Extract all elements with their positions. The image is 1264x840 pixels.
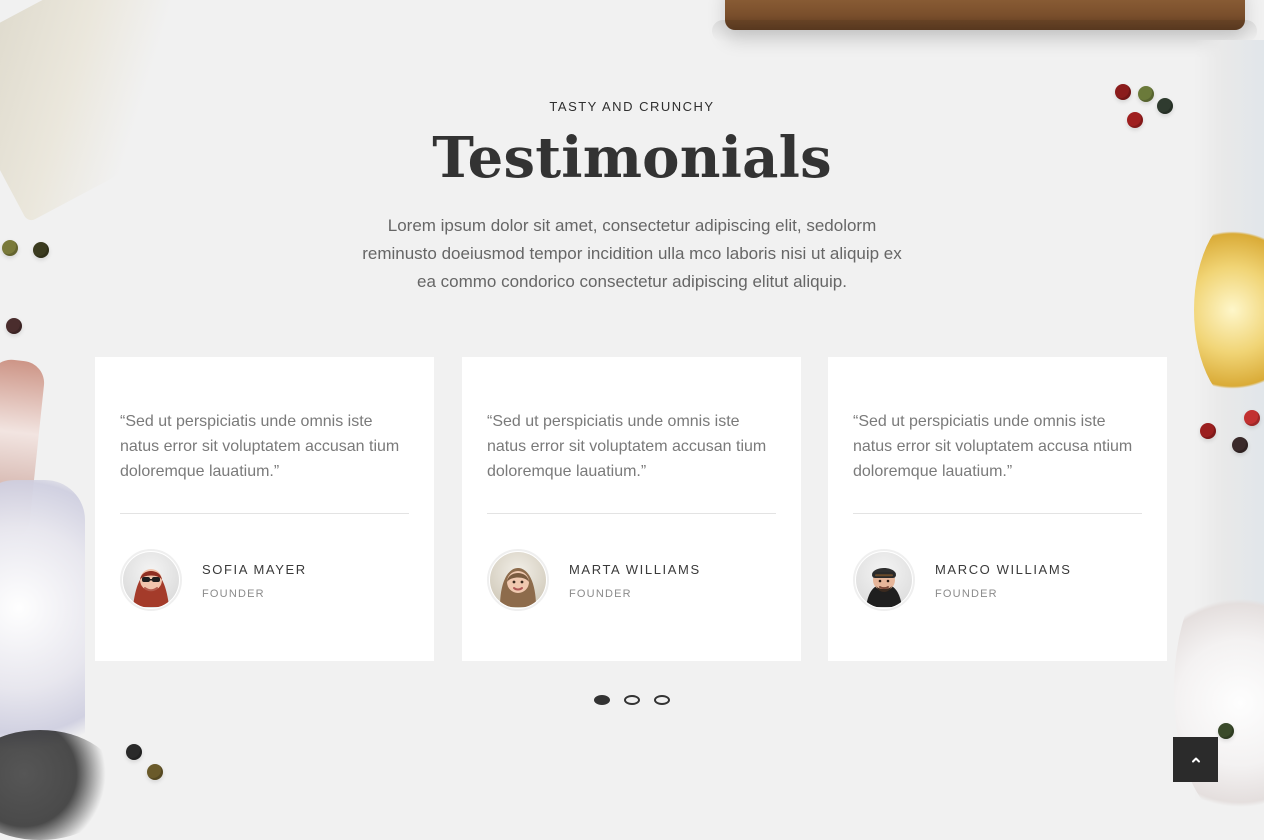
decorative-cutting-board — [725, 0, 1245, 30]
decorative-meat — [0, 357, 47, 543]
testimonial-card: “Sed ut perspiciatis unde omnis iste nat… — [462, 357, 801, 661]
card-divider — [487, 513, 776, 514]
person-role: FOUNDER — [202, 588, 265, 600]
pagination-dot-1[interactable] — [594, 695, 610, 705]
woman-long-hair-avatar-icon — [490, 552, 546, 608]
chevron-up-icon — [1190, 754, 1202, 766]
carousel-pagination — [0, 695, 1264, 705]
section-title: Testimonials — [432, 125, 832, 191]
avatar — [120, 549, 182, 611]
decorative-board-shadow — [712, 20, 1257, 42]
woman-with-sunglasses-avatar-icon — [123, 552, 179, 608]
person-meta: MARCO WILLIAMS FOUNDER — [935, 560, 1072, 600]
pagination-dot-2[interactable] — [624, 695, 640, 705]
person-role: FOUNDER — [935, 588, 998, 600]
person-name: MARCO WILLIAMS — [935, 562, 1072, 577]
back-to-top-button[interactable] — [1173, 737, 1218, 782]
testimonial-person: MARTA WILLIAMS FOUNDER — [487, 549, 776, 611]
decorative-ice — [0, 480, 85, 800]
avatar — [487, 549, 549, 611]
peppercorn-icon — [147, 764, 163, 780]
testimonial-quote: “Sed ut perspiciatis unde omnis iste nat… — [120, 413, 400, 480]
peppercorn-icon — [1218, 723, 1234, 739]
peppercorn-icon — [1244, 410, 1260, 426]
testimonials-header: TASTY AND CRUNCHY Testimonials Lorem ips… — [0, 98, 1264, 296]
man-with-hat-avatar-icon — [856, 552, 912, 608]
person-name: MARTA WILLIAMS — [569, 562, 701, 577]
testimonial-quote: “Sed ut perspiciatis unde omnis iste nat… — [487, 413, 767, 480]
testimonial-person: SOFIA MAYER FOUNDER — [120, 549, 409, 611]
card-divider — [120, 513, 409, 514]
testimonial-card: “Sed ut perspiciatis unde omnis iste nat… — [95, 357, 434, 661]
person-meta: MARTA WILLIAMS FOUNDER — [569, 560, 701, 600]
pagination-dot-3[interactable] — [654, 695, 670, 705]
card-divider — [853, 513, 1142, 514]
person-name: SOFIA MAYER — [202, 562, 307, 577]
avatar — [853, 549, 915, 611]
testimonial-quote: “Sed ut perspiciatis unde omnis iste nat… — [853, 413, 1133, 480]
section-eyebrow: TASTY AND CRUNCHY — [549, 99, 715, 114]
person-role: FOUNDER — [569, 588, 632, 600]
peppercorn-icon — [6, 318, 22, 334]
peppercorn-icon — [1232, 437, 1248, 453]
peppercorn-icon — [126, 744, 142, 760]
testimonials-carousel: “Sed ut perspiciatis unde omnis iste nat… — [95, 357, 1167, 661]
decorative-bowl — [0, 730, 120, 840]
testimonial-card: “Sed ut perspiciatis unde omnis iste nat… — [828, 357, 1167, 661]
section-description: Lorem ipsum dolor sit amet, consectetur … — [362, 216, 902, 291]
peppercorn-icon — [1200, 423, 1216, 439]
person-meta: SOFIA MAYER FOUNDER — [202, 560, 307, 600]
testimonial-person: MARCO WILLIAMS FOUNDER — [853, 549, 1142, 611]
